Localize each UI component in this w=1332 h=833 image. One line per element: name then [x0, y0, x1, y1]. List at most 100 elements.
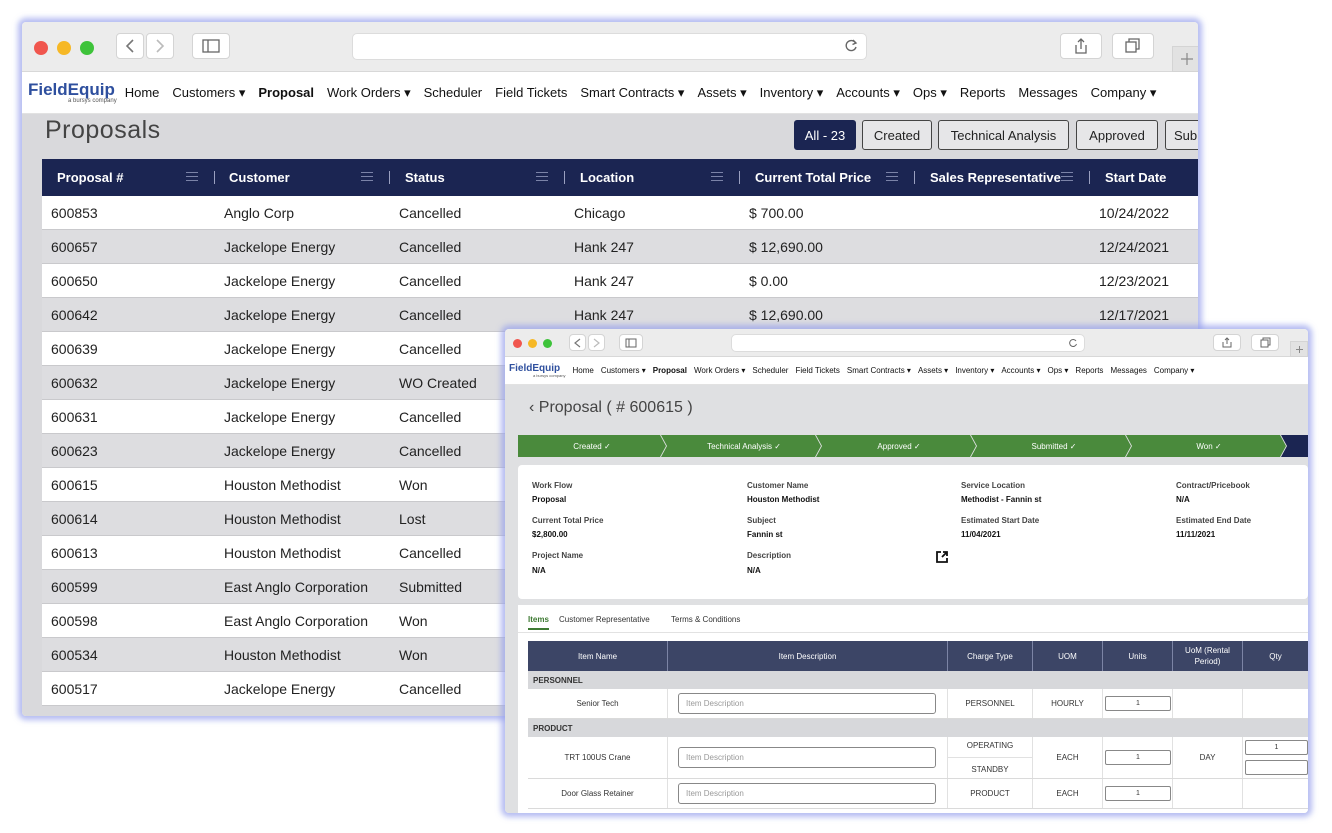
nav-work-orders[interactable]: Work Orders ▾ — [327, 85, 411, 101]
nav-company[interactable]: Company ▾ — [1091, 85, 1157, 101]
new-tab-icon[interactable] — [1290, 341, 1308, 357]
column-menu-icon[interactable] — [361, 172, 373, 181]
nav-reports[interactable]: Reports — [1075, 366, 1103, 375]
minimize-window-button[interactable] — [528, 339, 537, 348]
item-description-input[interactable]: Item Description — [678, 783, 936, 804]
nav-scheduler[interactable]: Scheduler — [424, 85, 483, 101]
item-description-input[interactable]: Item Description — [678, 693, 936, 714]
item-qty-input[interactable]: 1 — [1245, 740, 1308, 755]
fieldequip-logo[interactable]: FieldEquip a bursys company — [509, 363, 565, 378]
back-icon[interactable] — [569, 334, 586, 351]
nav-inventory[interactable]: Inventory ▾ — [955, 366, 994, 375]
col-units[interactable]: Units — [1103, 641, 1173, 671]
nav-smart-contracts[interactable]: Smart Contracts ▾ — [580, 85, 684, 101]
external-link-icon[interactable] — [935, 550, 949, 564]
forward-icon[interactable] — [146, 33, 174, 59]
tab-customer-representative[interactable]: Customer Representative — [559, 615, 650, 624]
col-proposal-number[interactable]: Proposal # — [57, 159, 123, 196]
col-uom[interactable]: UOM — [1033, 641, 1103, 671]
share-icon[interactable] — [1060, 33, 1102, 59]
step-created[interactable]: Created ✓ — [518, 435, 666, 457]
table-row[interactable]: 600853 Anglo Corp Cancelled Chicago $ 700.00… — [42, 196, 1198, 230]
nav-proposal[interactable]: Proposal — [251, 85, 322, 117]
filter-approved[interactable]: Approved — [1076, 120, 1158, 150]
back-to-proposals[interactable]: ‹ Proposal ( # 600615 ) — [529, 399, 693, 417]
minimize-window-button[interactable] — [57, 41, 71, 55]
filter-submitted[interactable]: Sub — [1165, 120, 1198, 150]
col-item-description[interactable]: Item Description — [668, 641, 948, 671]
close-window-button[interactable] — [513, 339, 522, 348]
nav-company[interactable]: Company ▾ — [1154, 366, 1194, 375]
column-menu-icon[interactable] — [886, 172, 898, 181]
nav-assets[interactable]: Assets ▾ — [697, 85, 746, 101]
reload-icon[interactable] — [1068, 338, 1078, 348]
column-menu-icon[interactable] — [536, 172, 548, 181]
nav-accounts[interactable]: Accounts ▾ — [836, 85, 900, 101]
nav-ops[interactable]: Ops ▾ — [913, 85, 947, 101]
fieldequip-logo[interactable]: FieldEquip a bursys company — [28, 81, 117, 104]
table-row[interactable]: 600650 Jackelope Energy Cancelled Hank 247 $… — [42, 264, 1198, 298]
sidebar-toggle-icon[interactable] — [619, 334, 643, 351]
address-bar[interactable] — [731, 334, 1085, 352]
new-tab-icon[interactable] — [1172, 46, 1198, 72]
tabs-overview-icon[interactable] — [1112, 33, 1154, 59]
maximize-window-button[interactable] — [543, 339, 552, 348]
nav-customers[interactable]: Customers ▾ — [172, 85, 245, 101]
item-units-input[interactable]: 1 — [1105, 786, 1171, 801]
step-submitted[interactable]: Submitted ✓ — [977, 435, 1131, 457]
close-window-button[interactable] — [34, 41, 48, 55]
col-uom-rental-period[interactable]: UoM (Rental Period) — [1173, 641, 1243, 671]
column-menu-icon[interactable] — [1061, 172, 1073, 181]
reload-icon[interactable] — [844, 39, 858, 53]
nav-proposal[interactable]: Proposal — [653, 366, 687, 375]
col-sales-representative[interactable]: Sales Representative — [930, 159, 1061, 196]
nav-inventory[interactable]: Inventory ▾ — [760, 85, 824, 101]
nav-messages[interactable]: Messages — [1110, 366, 1146, 375]
item-units-input[interactable]: 1 — [1105, 750, 1171, 765]
nav-ops[interactable]: Ops ▾ — [1048, 366, 1069, 375]
filter-technical-analysis[interactable]: Technical Analysis — [938, 120, 1069, 150]
col-qty[interactable]: Qty — [1243, 641, 1308, 671]
col-item-name[interactable]: Item Name — [528, 641, 668, 671]
step-approved[interactable]: Approved ✓ — [822, 435, 976, 457]
nav-smart-contracts[interactable]: Smart Contracts ▾ — [847, 366, 911, 375]
nav-work-orders[interactable]: Work Orders ▾ — [694, 366, 745, 375]
nav-home[interactable]: Home — [125, 85, 160, 101]
column-menu-icon[interactable] — [711, 172, 723, 181]
maximize-window-button[interactable] — [80, 41, 94, 55]
tab-items[interactable]: Items — [528, 615, 549, 630]
table-row[interactable]: 600657 Jackelope Energy Cancelled Hank 247 $… — [42, 230, 1198, 264]
nav-messages[interactable]: Messages — [1018, 85, 1077, 101]
col-charge-type[interactable]: Charge Type — [948, 641, 1033, 671]
filter-all[interactable]: All - 23 — [794, 120, 856, 150]
back-icon[interactable] — [116, 33, 144, 59]
col-status[interactable]: Status — [405, 159, 445, 196]
sidebar-toggle-icon[interactable] — [192, 33, 230, 59]
table-row[interactable]: 600642 Jackelope Energy Cancelled Hank 247 $… — [42, 298, 1198, 332]
step-won[interactable]: Won ✓ — [1132, 435, 1286, 457]
address-bar[interactable] — [352, 33, 867, 60]
tab-terms-conditions[interactable]: Terms & Conditions — [671, 615, 740, 624]
nav-customers[interactable]: Customers ▾ — [601, 366, 646, 375]
col-start-date[interactable]: Start Date — [1105, 159, 1166, 196]
share-icon[interactable] — [1213, 334, 1241, 351]
col-customer[interactable]: Customer — [229, 159, 290, 196]
nav-field-tickets[interactable]: Field Tickets — [795, 366, 839, 375]
nav-field-tickets[interactable]: Field Tickets — [495, 85, 567, 101]
nav-assets[interactable]: Assets ▾ — [918, 366, 948, 375]
col-location[interactable]: Location — [580, 159, 634, 196]
nav-accounts[interactable]: Accounts ▾ — [1001, 366, 1040, 375]
item-qty-input-standby[interactable] — [1245, 760, 1308, 775]
nav-scheduler[interactable]: Scheduler — [752, 366, 788, 375]
tabs-overview-icon[interactable] — [1251, 334, 1279, 351]
item-description-input[interactable]: Item Description — [678, 747, 936, 768]
filter-created[interactable]: Created — [862, 120, 932, 150]
column-menu-icon[interactable] — [186, 172, 198, 181]
item-units-input[interactable]: 1 — [1105, 696, 1171, 711]
cell-customer: Jackelope Energy — [224, 341, 336, 357]
col-current-total-price[interactable]: Current Total Price — [755, 159, 871, 196]
nav-reports[interactable]: Reports — [960, 85, 1006, 101]
step-technical-analysis[interactable]: Technical Analysis ✓ — [667, 435, 821, 457]
nav-home[interactable]: Home — [572, 366, 593, 375]
forward-icon[interactable] — [588, 334, 605, 351]
